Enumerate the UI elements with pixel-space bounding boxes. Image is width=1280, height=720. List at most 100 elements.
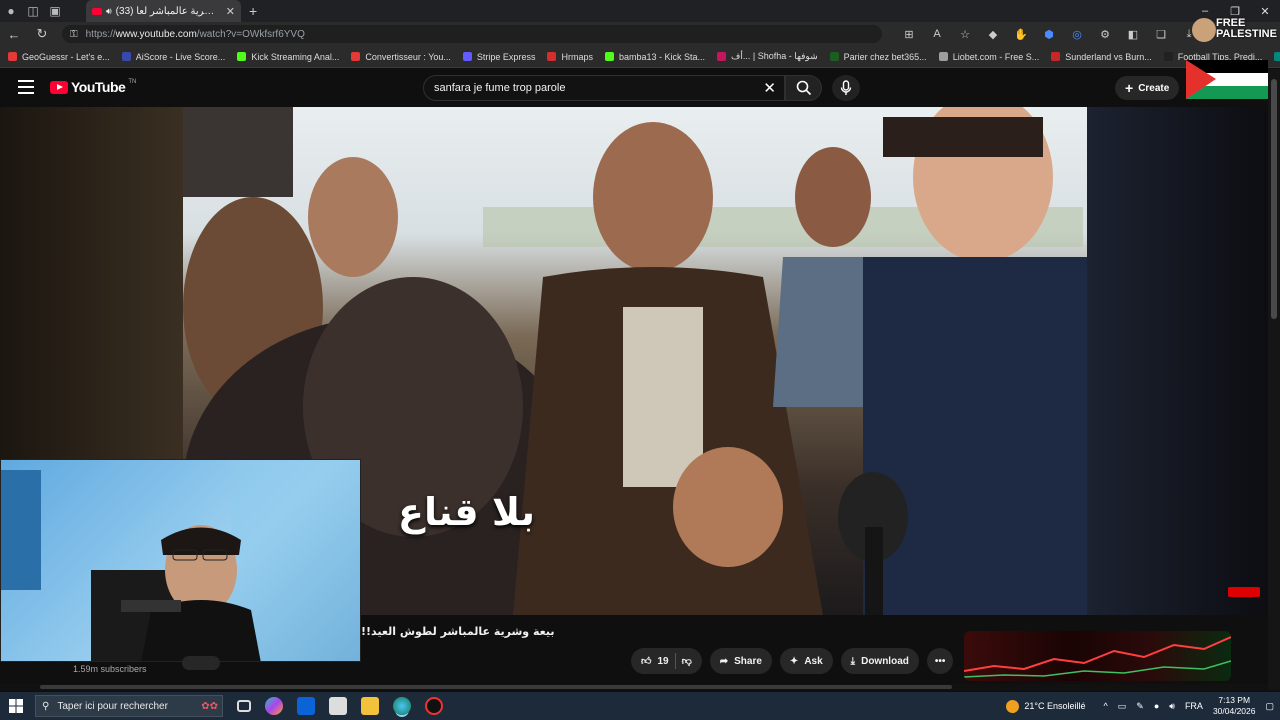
favorite-star-icon[interactable]: ☆ [956, 28, 974, 41]
bookmark-item[interactable]: Stripe Express [462, 51, 536, 62]
volume-icon[interactable]: 🔊︎ [1169, 701, 1175, 712]
search-button[interactable] [785, 75, 822, 101]
bookmark-label: Stripe Express [476, 51, 536, 62]
bookmark-favicon-icon [604, 52, 614, 61]
active-tab[interactable]: 🔊︎ (33) بيعة وشرية عالمباشر لعا... ✕ [86, 0, 241, 22]
bookmark-item[interactable]: Sunderland vs Burn... [1051, 52, 1152, 62]
browser-toolbar: ⊞ A ☆ ◆ ✋ ⬢ ◎ ⚙ ◧ ❏ ⤓ [900, 22, 1198, 46]
youtube-logo[interactable]: YouTube TN [50, 79, 136, 95]
notifications-icon[interactable]: ▢ [1265, 701, 1274, 712]
bookmark-label: Convertisseur : You... [365, 51, 451, 62]
hamburger-menu-icon[interactable] [18, 80, 34, 94]
copilot-icon[interactable] [265, 697, 283, 715]
plus-icon: + [1125, 80, 1134, 96]
back-icon[interactable]: ← [0, 27, 28, 42]
bookmark-item[interactable]: GeoGuessr - Let's e... [8, 52, 110, 62]
webcam-overlay [0, 459, 361, 662]
tray-chevron-icon[interactable]: ^ [1104, 701, 1108, 711]
logo-text: YouTube [71, 79, 126, 95]
input-language[interactable]: FRA [1185, 701, 1203, 711]
channel-watermark[interactable] [1228, 587, 1260, 597]
ad-chart-graphic [964, 636, 1231, 678]
clock[interactable]: 7:13 PM 30/04/2026 [1213, 695, 1256, 717]
bookmark-favicon-icon [8, 52, 17, 61]
clock-date: 30/04/2026 [1212, 706, 1256, 716]
close-tab-icon[interactable]: ✕ [226, 5, 235, 18]
ask-button[interactable]: ✦ Ask [779, 648, 833, 674]
site-info-icon[interactable]: ⚿ [70, 29, 78, 40]
more-dots-icon: ••• [934, 655, 946, 667]
weather-widget[interactable]: 21°C Ensoleillé [1006, 699, 1086, 713]
sun-icon [1006, 699, 1020, 713]
app-available-icon[interactable]: ⊞ [900, 28, 918, 41]
share-button[interactable]: ➦ Share [709, 648, 772, 674]
clear-search-icon[interactable]: ✕ [763, 79, 776, 97]
region-code: TN [128, 79, 137, 85]
bookmark-item[interactable]: Parier chez bet365... [829, 51, 927, 62]
video-actions: 👍︎ 19 👎︎ ➦ Share ✦ Ask ⤓ Download ••• [631, 648, 954, 674]
edge-browser-icon[interactable] [393, 697, 411, 715]
free-palestine-text: FREE PALESTINE [1216, 18, 1277, 40]
bookmark-item[interactable]: Bet Th [1274, 52, 1280, 62]
extension-shield-icon[interactable]: ⬢ [1040, 28, 1058, 41]
bookmark-label: GeoGuessr - Let's e... [22, 51, 110, 62]
bookmark-item[interactable]: bamba13 - Kick Sta... [604, 51, 706, 62]
sidebar-ad-thumbnail[interactable] [964, 631, 1231, 681]
voice-search-button[interactable] [832, 75, 860, 101]
sparkle-icon: ✦ [789, 655, 799, 667]
bookmark-item[interactable]: أف... | Shofha - شوفها [717, 51, 818, 62]
like-button[interactable]: 👍︎ 19 [641, 655, 669, 668]
bookmark-item[interactable]: Convertisseur : You... [351, 52, 451, 62]
taskbar-search-placeholder: Taper ici pour rechercher [57, 700, 168, 712]
extension-diamond-icon[interactable]: ◆ [984, 28, 1002, 41]
read-aloud-icon[interactable]: A [928, 28, 946, 40]
screen: ● ◫ ▣ 🔊︎ (33) بيعة وشرية عالمباشر لعا...… [0, 0, 1280, 720]
split-screen-icon[interactable]: ◧ [1124, 28, 1142, 41]
speaker-icon[interactable]: 🔊︎ [106, 6, 112, 17]
start-button[interactable] [0, 692, 32, 720]
bookmark-favicon-icon [1163, 52, 1173, 61]
extension-hand-icon[interactable]: ✋ [1012, 28, 1030, 41]
url-field[interactable]: ⚿ https://www.youtube.com/watch?v=OWkfsr… [62, 25, 882, 43]
new-tab-icon[interactable]: + [249, 3, 257, 19]
store-icon[interactable] [329, 697, 347, 715]
collections-icon[interactable]: ❏ [1152, 28, 1170, 41]
microphone-tray-icon[interactable]: ● [1154, 701, 1159, 711]
workspaces-icon[interactable]: ◫ [22, 0, 44, 22]
taskbar-search-box[interactable]: ⚲ Taper ici pour rechercher ✿✿ [35, 695, 223, 717]
download-button[interactable]: ⤓ Download [840, 648, 919, 674]
extensions-puzzle-icon[interactable]: ⚙ [1096, 28, 1114, 41]
reload-icon[interactable]: ↻ [28, 26, 56, 42]
bookmark-favicon-icon [938, 52, 948, 61]
bookmark-label: Parier chez bet365... [843, 51, 927, 62]
create-button[interactable]: + Create [1115, 76, 1180, 100]
download-icon: ⤓ [850, 655, 856, 667]
tab-actions-icon[interactable]: ▣ [44, 0, 66, 22]
network-icon[interactable]: ▭ [1118, 701, 1127, 712]
vertical-scrollbar[interactable] [1268, 69, 1280, 690]
clock-time: 7:13 PM [1218, 695, 1251, 705]
bookmark-item[interactable]: Kick Streaming Anal... [237, 52, 339, 62]
extension-circle-icon[interactable]: ◎ [1068, 28, 1086, 41]
outlook-icon[interactable] [297, 697, 315, 715]
bookmark-item[interactable]: Hrmaps [547, 52, 593, 62]
bookmark-favicon-icon [462, 52, 472, 61]
tulips-icon: ✿✿ [201, 700, 218, 712]
task-view-icon[interactable] [237, 700, 251, 712]
profile-icon[interactable]: ● [0, 0, 22, 22]
file-explorer-icon[interactable] [361, 697, 379, 715]
obs-icon[interactable] [425, 697, 443, 715]
horizontal-scrollbar[interactable] [0, 684, 1268, 690]
overlay-word-2: PALESTINE [1216, 28, 1277, 40]
pen-icon[interactable]: ✎ [1136, 701, 1144, 712]
download-label: Download [861, 655, 909, 667]
bookmark-item[interactable]: AiScore - Live Score... [121, 52, 225, 62]
bookmark-label: bamba13 - Kick Sta... [618, 51, 706, 62]
create-label: Create [1138, 82, 1170, 94]
more-actions-button[interactable]: ••• [926, 648, 954, 674]
search-input[interactable]: sanfara je fume trop parole ✕ [423, 75, 785, 101]
subscribed-button[interactable] [182, 656, 220, 670]
dislike-button[interactable]: 👎︎ [682, 655, 692, 667]
bookmark-label: أف... | Shofha - شوفها [731, 51, 818, 61]
bookmark-item[interactable]: Liobet.com - Free S... [938, 52, 1039, 62]
